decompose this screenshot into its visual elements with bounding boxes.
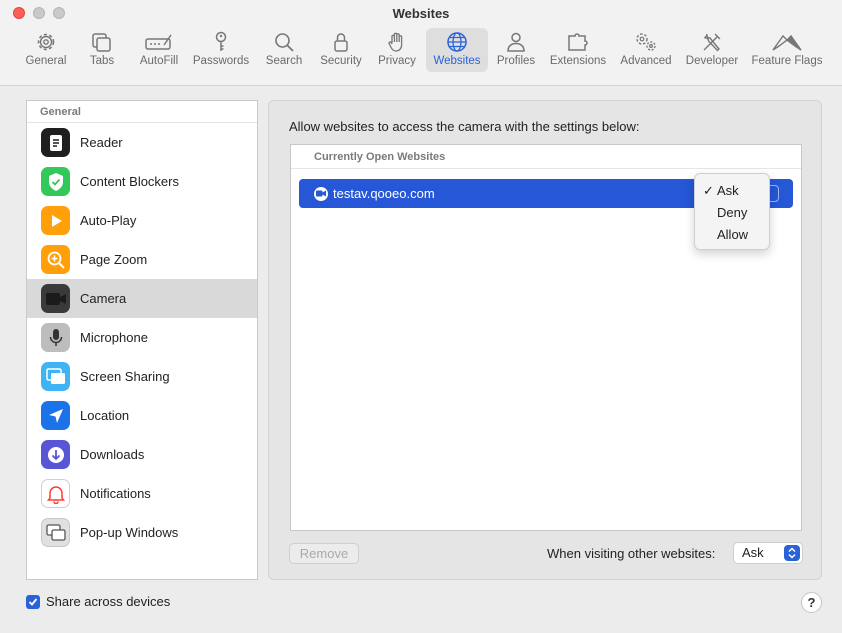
sidebar-item-label: Downloads xyxy=(80,447,145,462)
tab-feature-flags[interactable]: Feature Flags xyxy=(748,28,826,72)
tabs-icon xyxy=(92,33,111,52)
downloads-icon xyxy=(41,440,70,469)
share-checkbox[interactable] xyxy=(26,594,40,609)
sidebar-item-label: Location xyxy=(80,408,130,423)
share-label: Share across devices xyxy=(46,594,171,609)
person-icon xyxy=(507,32,525,52)
sidebar-item-screen-sharing[interactable]: Screen Sharing xyxy=(27,357,257,396)
sidebar-section-header: General xyxy=(27,101,257,123)
flags-icon xyxy=(772,34,802,51)
tab-passwords[interactable]: Passwords xyxy=(190,28,252,72)
sidebar-item-microphone[interactable]: Microphone xyxy=(27,318,257,357)
tab-profiles[interactable]: Profiles xyxy=(494,28,538,72)
sidebar-item-label: Camera xyxy=(80,291,127,306)
tab-developer[interactable]: Developer xyxy=(682,28,742,72)
content-blockers-icon xyxy=(41,167,70,196)
page-zoom-icon xyxy=(41,245,70,274)
camera-site-icon xyxy=(314,186,328,201)
window-title: Websites xyxy=(392,6,450,21)
website-domain: testav.qooeo.com xyxy=(333,186,435,201)
sidebar-item-label: Pop-up Windows xyxy=(80,525,179,540)
tab-search[interactable]: Search xyxy=(262,28,306,72)
list-section-header: Currently Open Websites xyxy=(291,145,801,169)
menu-item-allow[interactable]: Allow xyxy=(695,224,769,246)
autoplay-icon xyxy=(41,206,70,235)
sidebar-item-label: Auto-Play xyxy=(80,213,137,228)
menu-item-ask[interactable]: ✓ Ask xyxy=(695,180,769,202)
preferences-window: Websites General Tabs AutoFill Passwords… xyxy=(0,0,842,633)
screen-sharing-icon xyxy=(41,362,70,391)
remove-button[interactable]: Remove xyxy=(289,543,359,564)
hand-icon xyxy=(388,32,403,52)
microphone-icon xyxy=(41,323,70,352)
camera-settings-panel: Allow websites to access the camera with… xyxy=(268,100,822,580)
help-button[interactable]: ? xyxy=(801,592,822,613)
sidebar-item-reader[interactable]: Reader xyxy=(27,123,257,162)
tools-icon xyxy=(703,33,721,52)
autofill-icon xyxy=(145,34,172,50)
sidebar-item-auto-play[interactable]: Auto-Play xyxy=(27,201,257,240)
title-bar: Websites General Tabs AutoFill Passwords… xyxy=(0,0,842,86)
tab-websites[interactable]: Websites xyxy=(426,28,488,72)
popup-windows-icon xyxy=(41,518,70,547)
other-websites-value: Ask xyxy=(742,545,764,560)
menu-item-deny[interactable]: Deny xyxy=(695,202,769,224)
sidebar-item-notifications[interactable]: Notifications xyxy=(27,474,257,513)
tab-tabs[interactable]: Tabs xyxy=(76,28,128,72)
tab-security[interactable]: Security xyxy=(316,28,366,72)
puzzle-icon xyxy=(568,33,588,51)
settings-sidebar: General Reader Content Blockers Auto-Pla… xyxy=(26,100,258,580)
sidebar-item-page-zoom[interactable]: Page Zoom xyxy=(27,240,257,279)
checkmark-icon: ✓ xyxy=(703,183,714,198)
gear-icon xyxy=(37,33,55,51)
sidebar-item-content-blockers[interactable]: Content Blockers xyxy=(27,162,257,201)
key-icon xyxy=(215,31,227,51)
notifications-icon xyxy=(41,479,70,508)
tab-extensions[interactable]: Extensions xyxy=(548,28,608,72)
tab-autofill[interactable]: AutoFill xyxy=(134,28,184,72)
tab-general[interactable]: General xyxy=(20,28,72,72)
tab-privacy[interactable]: Privacy xyxy=(374,28,420,72)
camera-icon xyxy=(41,284,70,313)
sidebar-item-label: Reader xyxy=(80,135,123,150)
sidebar-item-pop-up-windows[interactable]: Pop-up Windows xyxy=(27,513,257,552)
location-icon xyxy=(41,401,70,430)
tab-advanced[interactable]: Advanced xyxy=(616,28,676,72)
panel-description: Allow websites to access the camera with… xyxy=(289,119,640,134)
website-setting-dropdown-menu: ✓ Ask Deny Allow xyxy=(694,173,770,250)
sidebar-item-label: Notifications xyxy=(80,486,151,501)
sidebar-item-label: Content Blockers xyxy=(80,174,179,189)
other-websites-select[interactable]: Ask xyxy=(733,542,803,564)
sidebar-item-location[interactable]: Location xyxy=(27,396,257,435)
sidebar-item-label: Page Zoom xyxy=(80,252,148,267)
other-websites-label: When visiting other websites: xyxy=(547,546,716,561)
share-across-devices[interactable]: Share across devices xyxy=(26,594,170,609)
sidebar-item-label: Screen Sharing xyxy=(80,369,170,384)
search-icon xyxy=(275,33,294,52)
checkmark-icon xyxy=(28,597,38,606)
lock-icon xyxy=(334,33,348,52)
reader-icon xyxy=(41,128,70,157)
chevron-up-down-icon xyxy=(784,545,800,561)
sidebar-item-downloads[interactable]: Downloads xyxy=(27,435,257,474)
globe-icon xyxy=(447,32,467,52)
sidebar-item-label: Microphone xyxy=(80,330,148,345)
sidebar-item-camera[interactable]: Camera xyxy=(27,279,257,318)
gears-icon xyxy=(636,33,656,51)
